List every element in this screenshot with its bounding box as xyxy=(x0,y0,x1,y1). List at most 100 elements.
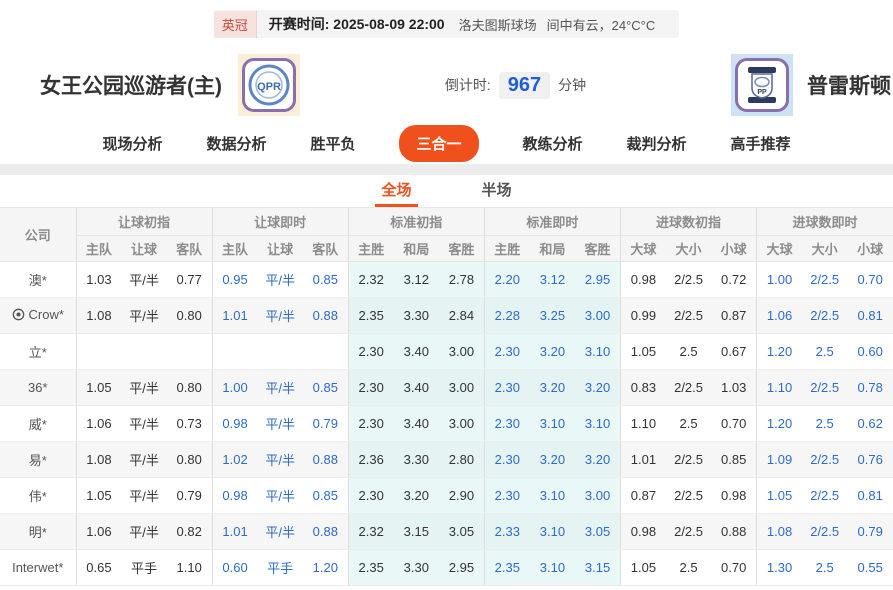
odds-cell: 0.88 xyxy=(303,513,348,549)
odds-cell xyxy=(76,333,121,369)
odds-cell: 2.84 xyxy=(439,297,484,333)
odds-cell: 1.10 xyxy=(167,549,212,585)
odds-cell: 2.35 xyxy=(348,549,393,585)
col-header: 大球 xyxy=(621,235,666,261)
period-tabs: 全场 半场 xyxy=(0,175,893,208)
odds-cell: 3.10 xyxy=(530,405,575,441)
odds-cell: 2.32 xyxy=(348,261,393,297)
col-header: 主胜 xyxy=(484,235,529,261)
odds-cell: 2/2.5 xyxy=(666,369,711,405)
odds-cell: 0.80 xyxy=(167,369,212,405)
odds-cell: 1.10 xyxy=(757,369,802,405)
period-tab-1[interactable]: 半场 xyxy=(476,179,518,207)
company-cell: 澳* xyxy=(0,261,76,297)
odds-cell: 1.05 xyxy=(621,549,666,585)
nav-tab-1[interactable]: 数据分析 xyxy=(206,133,266,154)
odds-cell: 平/半 xyxy=(258,297,303,333)
odds-cell: 0.67 xyxy=(711,333,756,369)
divider-strip xyxy=(0,165,893,175)
away-team: PP 普雷斯顿 xyxy=(731,54,891,116)
odds-cell: 平/半 xyxy=(121,261,166,297)
odds-cell: 2.28 xyxy=(484,297,529,333)
odds-cell: 0.77 xyxy=(167,261,212,297)
col-header: 让球 xyxy=(121,235,166,261)
odds-cell: 0.73 xyxy=(167,405,212,441)
nav-tab-4[interactable]: 教练分析 xyxy=(523,133,583,154)
odds-cell: 2.30 xyxy=(484,369,529,405)
table-row: 明*1.06平/半0.821.01平/半0.882.323.153.052.33… xyxy=(0,513,893,549)
company-name: 伟* xyxy=(29,489,47,504)
nav-tab-3[interactable]: 三合一 xyxy=(399,125,478,162)
odds-cell: 1.05 xyxy=(76,477,121,513)
odds-cell: 1.01 xyxy=(621,441,666,477)
odds-cell: 2.78 xyxy=(439,261,484,297)
nav-tab-2[interactable]: 胜平负 xyxy=(310,133,355,154)
svg-text:PP: PP xyxy=(757,89,767,96)
odds-cell: 0.85 xyxy=(303,477,348,513)
odds-cell: 3.40 xyxy=(394,333,439,369)
col-header: 客胜 xyxy=(439,235,484,261)
nav-tab-6[interactable]: 高手推荐 xyxy=(731,133,791,154)
odds-cell: 2.30 xyxy=(484,333,529,369)
company-name: 明* xyxy=(29,525,47,540)
odds-cell: 2.30 xyxy=(348,333,393,369)
odds-cell: 2.95 xyxy=(575,261,620,297)
odds-cell: 2/2.5 xyxy=(666,297,711,333)
weather-label: 间中有云，24°C°C xyxy=(547,15,656,34)
odds-cell: 0.87 xyxy=(711,297,756,333)
odds-cell: 0.70 xyxy=(711,405,756,441)
odds-cell: 0.65 xyxy=(76,549,121,585)
odds-cell xyxy=(167,333,212,369)
table-row: 易*1.08平/半0.801.02平/半0.882.363.302.802.30… xyxy=(0,441,893,477)
odds-cell: 3.20 xyxy=(575,369,620,405)
league-badge: 英冠 xyxy=(214,11,257,38)
company-cell: 易* xyxy=(0,441,76,477)
odds-cell: 1.00 xyxy=(757,261,802,297)
odds-cell: 1.00 xyxy=(212,369,257,405)
odds-cell: 0.72 xyxy=(711,261,756,297)
odds-cell: 2.5 xyxy=(666,549,711,585)
col-header: 大球 xyxy=(757,235,802,261)
odds-cell: 3.20 xyxy=(575,441,620,477)
odds-cell: 3.05 xyxy=(575,513,620,549)
col-header: 客胜 xyxy=(575,235,620,261)
odds-cell: 1.02 xyxy=(212,441,257,477)
odds-cell: 2.5 xyxy=(666,333,711,369)
group-header: 标准初指 xyxy=(348,208,484,235)
odds-cell: 3.00 xyxy=(575,297,620,333)
odds-cell: 0.98 xyxy=(621,261,666,297)
nav-tab-0[interactable]: 现场分析 xyxy=(102,133,162,154)
period-tab-0[interactable]: 全场 xyxy=(375,179,417,207)
odds-cell: 3.10 xyxy=(575,333,620,369)
odds-cell: 0.80 xyxy=(167,441,212,477)
col-header: 和局 xyxy=(394,235,439,261)
odds-cell: 0.95 xyxy=(212,261,257,297)
odds-cell: 0.98 xyxy=(621,513,666,549)
odds-cell: 2.30 xyxy=(484,477,529,513)
odds-cell: 3.40 xyxy=(394,405,439,441)
odds-cell: 1.30 xyxy=(757,549,802,585)
odds-cell: 0.98 xyxy=(212,477,257,513)
odds-cell: 1.10 xyxy=(621,405,666,441)
odds-cell: 1.01 xyxy=(212,297,257,333)
odds-cell: 2/2.5 xyxy=(802,477,847,513)
odds-cell: 平/半 xyxy=(258,477,303,513)
odds-cell: 3.15 xyxy=(575,549,620,585)
odds-cell: 平/半 xyxy=(258,405,303,441)
odds-cell: 2.5 xyxy=(802,549,847,585)
nav-tab-5[interactable]: 裁判分析 xyxy=(627,133,687,154)
company-cell: 伟* xyxy=(0,477,76,513)
odds-cell: 3.10 xyxy=(575,405,620,441)
col-header: 让球 xyxy=(258,235,303,261)
odds-cell: 平/半 xyxy=(258,261,303,297)
odds-cell: 2.30 xyxy=(484,441,529,477)
odds-cell: 0.80 xyxy=(167,297,212,333)
col-header: 大小 xyxy=(802,235,847,261)
home-team-logo: QPR xyxy=(238,54,300,116)
match-info-pill: 英冠 开赛时间: 2025-08-09 22:00 洛夫图斯球场 间中有云，24… xyxy=(214,10,680,38)
table-row: 36*1.05平/半0.801.00平/半0.852.303.403.002.3… xyxy=(0,369,893,405)
odds-cell: 2/2.5 xyxy=(666,441,711,477)
col-header: 主队 xyxy=(76,235,121,261)
company-column-header: 公司 xyxy=(0,208,76,261)
countdown-value: 967 xyxy=(499,72,550,99)
